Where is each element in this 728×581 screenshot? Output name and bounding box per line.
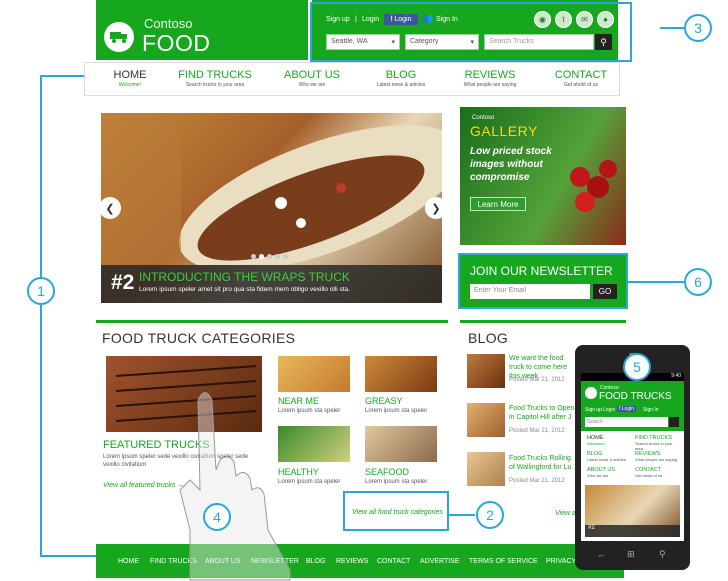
callout-1: 1 bbox=[27, 277, 55, 305]
footer-link-advertise[interactable]: ADVERTISE bbox=[420, 558, 460, 565]
phone-search-input[interactable]: Search bbox=[585, 417, 668, 427]
main-nav: HOME Welcome! FIND TRUCKS Search trucks in… bbox=[84, 62, 620, 96]
phone-nav-contact[interactable]: CONTACT Get ahold of us bbox=[635, 467, 681, 478]
phone-hero[interactable]: #2 bbox=[585, 485, 680, 537]
truck-icon bbox=[585, 387, 597, 399]
blog-post-title[interactable]: Food Trucks Rolling of Wallingford for L… bbox=[509, 454, 577, 472]
touch-hand-overlay bbox=[179, 392, 291, 581]
phone-signin-link[interactable]: Sign In bbox=[643, 407, 659, 413]
callout-line-1 bbox=[40, 555, 96, 557]
search-icon[interactable] bbox=[669, 417, 679, 427]
view-all-categories-link[interactable]: View all food truck categories bbox=[352, 509, 443, 516]
wrap-image bbox=[101, 113, 442, 265]
seafood-title[interactable]: SEAFOOD bbox=[365, 467, 409, 477]
callout-line-2 bbox=[449, 514, 475, 516]
go-button[interactable]: GO bbox=[593, 284, 617, 299]
blog-post-date: Posted Mar 21, 2012 bbox=[509, 428, 565, 434]
blog-post-date: Posted Mar 21, 2012 bbox=[509, 377, 565, 383]
back-icon[interactable]: ← bbox=[597, 549, 606, 559]
callout-line-1 bbox=[40, 75, 42, 557]
phone-login-link[interactable]: Login bbox=[603, 407, 615, 413]
callout-line-6 bbox=[628, 281, 684, 283]
gallery-title: GALLERY bbox=[470, 123, 538, 139]
nav-find-trucks[interactable]: FIND TRUCKS Search trucks in your area bbox=[173, 69, 257, 88]
divider bbox=[96, 320, 448, 323]
windows-icon[interactable]: ⊞ bbox=[627, 549, 635, 560]
callout-3: 3 bbox=[684, 14, 712, 42]
gallery-text: Low priced stock images without compromi… bbox=[470, 146, 552, 183]
callout-box-3 bbox=[310, 2, 632, 62]
carousel-dot[interactable] bbox=[275, 254, 280, 259]
search-icon[interactable]: ⚲ bbox=[659, 549, 666, 560]
nav-home[interactable]: HOME Welcome! bbox=[103, 69, 157, 88]
hero-text: Lorem ipsum speler amet sit pro qua sta … bbox=[139, 286, 350, 293]
carousel-dot[interactable] bbox=[267, 254, 272, 259]
footer-link-contact[interactable]: CONTACT bbox=[377, 558, 410, 565]
divider bbox=[460, 320, 626, 323]
seafood-image[interactable] bbox=[365, 426, 437, 462]
carousel-dot[interactable] bbox=[259, 254, 264, 259]
phone-brand-title: FOOD TRUCKS bbox=[599, 391, 672, 402]
next-arrow-icon[interactable]: ❯ bbox=[425, 197, 442, 219]
nav-reviews[interactable]: REVIEWS What people are saying bbox=[455, 69, 525, 88]
hero-caption: #2 INTRODUCTING THE WRAPS TRUCK Lorem ip… bbox=[101, 265, 442, 303]
phone-signup-link[interactable]: Sign up bbox=[585, 407, 602, 413]
nav-blog[interactable]: BLOG Latest news & articles bbox=[367, 69, 435, 88]
hero-number: #2 bbox=[111, 271, 135, 294]
greasy-sub: Lorem ipsum sta speler bbox=[365, 408, 428, 414]
footer-link-privacy[interactable]: PRIVACY bbox=[546, 558, 576, 565]
nav-contact[interactable]: CONTACT Get ahold of us bbox=[547, 69, 615, 88]
phone-nav-blog[interactable]: BLOG Latest news & articles bbox=[587, 451, 627, 462]
blog-thumb[interactable] bbox=[467, 403, 505, 437]
phone-nav-about-us[interactable]: ABOUT US Who we are bbox=[587, 467, 627, 478]
footer-link-home[interactable]: HOME bbox=[118, 558, 139, 565]
footer-link-terms[interactable]: TERMS OF SERVICE bbox=[469, 558, 538, 565]
phone-hero-number: #2 bbox=[585, 525, 680, 537]
hero-title[interactable]: INTRODUCTING THE WRAPS TRUCK bbox=[139, 270, 350, 284]
phone-facebook-login[interactable]: f Login bbox=[617, 406, 637, 412]
carousel-dot[interactable] bbox=[251, 254, 256, 259]
phone-screen: 9:40 Contoso FOOD TRUCKS Sign up Login f… bbox=[581, 373, 684, 541]
brand-small-text: Contoso bbox=[144, 16, 193, 31]
newsletter-title: JOIN OUR NEWSLETTER bbox=[470, 264, 613, 278]
phone-nav-home[interactable]: HOME Welcome! bbox=[587, 435, 627, 446]
gallery-ad[interactable]: Contoso GALLERY Low priced stock images … bbox=[460, 107, 626, 245]
footer-link-reviews[interactable]: REVIEWS bbox=[336, 558, 368, 565]
callout-4: 4 bbox=[203, 503, 231, 531]
phone-nav-reviews[interactable]: REVIEWS What people are saying bbox=[635, 451, 681, 462]
carousel-dot[interactable] bbox=[283, 254, 288, 259]
blog-heading: BLOG bbox=[468, 330, 509, 346]
learn-more-button[interactable]: Learn More bbox=[470, 197, 526, 211]
nav-about-us[interactable]: ABOUT US Who we are bbox=[277, 69, 347, 88]
callout-6: 6 bbox=[684, 268, 712, 296]
truck-icon bbox=[104, 22, 134, 52]
categories-heading: FOOD TRUCK CATEGORIES bbox=[102, 330, 296, 346]
newsletter-box: JOIN OUR NEWSLETTER Enter Your Email GO bbox=[460, 255, 626, 307]
callout-5: 5 bbox=[623, 353, 651, 381]
phone-nav-find-trucks[interactable]: FIND TRUCKS Search trucks in your area bbox=[635, 435, 681, 451]
phone-header: Contoso FOOD TRUCKS Sign up Login f Logi… bbox=[581, 381, 684, 431]
blog-thumb[interactable] bbox=[467, 452, 505, 486]
view-all-blog-link[interactable]: View a bbox=[555, 510, 576, 517]
blog-post-date: Posted Mar 21, 2012 bbox=[509, 478, 565, 484]
seafood-sub: Lorem ipsum sta speler bbox=[365, 479, 428, 485]
greasy-title[interactable]: GREASY bbox=[365, 396, 403, 406]
brand-header[interactable]: Contoso FOOD TRUCKS bbox=[96, 0, 308, 83]
callout-line-1 bbox=[40, 75, 84, 77]
email-field[interactable]: Enter Your Email bbox=[470, 284, 590, 299]
greasy-image[interactable] bbox=[365, 356, 437, 392]
callout-2: 2 bbox=[476, 501, 504, 529]
carousel-dots bbox=[251, 254, 288, 259]
hero-carousel[interactable]: ❮ ❯ #2 INTRODUCTING THE WRAPS TRUCK Lore… bbox=[101, 113, 442, 303]
blog-post-title[interactable]: Food Trucks to Open in Capitol Hill afte… bbox=[509, 404, 577, 422]
gallery-small-text: Contoso bbox=[472, 115, 495, 121]
blog-thumb[interactable] bbox=[467, 354, 505, 388]
callout-line-3 bbox=[660, 27, 684, 29]
